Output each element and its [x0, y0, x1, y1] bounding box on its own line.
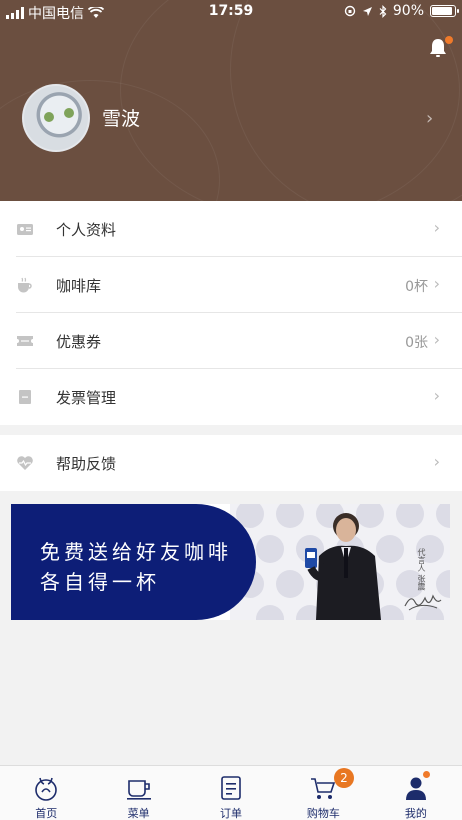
menu-item-help-feedback[interactable]: 帮助反馈 ›: [0, 435, 462, 491]
menu-item-coupons[interactable]: 优惠券 0张 ›: [0, 313, 462, 369]
spokesperson-image: [305, 513, 381, 620]
cup-menu-icon: [126, 780, 151, 800]
user-icon: [405, 777, 426, 800]
chevron-right-icon: ›: [433, 218, 440, 237]
chevron-right-icon: ›: [433, 452, 440, 471]
menu-item-label: 优惠券: [56, 333, 102, 351]
tab-mine[interactable]: 我的: [370, 766, 462, 820]
notification-dot: [445, 36, 453, 44]
battery-fill: [432, 7, 452, 15]
avatar[interactable]: [22, 84, 90, 152]
menu-item-label: 帮助反馈: [56, 455, 117, 473]
user-name[interactable]: 雪波: [102, 104, 140, 131]
menu-item-label: 发票管理: [56, 389, 117, 407]
menu-item-profile[interactable]: 个人资料 ›: [0, 201, 462, 257]
tab-label: 购物车: [306, 807, 340, 820]
tab-label: 首页: [35, 807, 58, 820]
battery-icon: [430, 5, 459, 17]
tab-home[interactable]: 首页: [0, 766, 92, 820]
heart-pulse-icon: [17, 456, 33, 470]
chevron-right-icon: ›: [433, 274, 440, 293]
spokesperson-caption: 代言人 张震: [417, 548, 426, 591]
banner-title-line2: 各自得一杯: [40, 570, 160, 594]
coffee-count: 0杯: [405, 279, 428, 295]
coupon-count: 0张: [405, 335, 428, 351]
mine-notification-dot: [423, 771, 430, 778]
menu-item-label: 咖啡库: [56, 277, 102, 295]
chevron-right-icon: ›: [433, 386, 440, 405]
profile-header: 中国电信 17:59 90% 雪波 ›: [0, 0, 462, 201]
invoice-icon: [19, 390, 31, 404]
signature-image: [404, 594, 442, 611]
tab-cart[interactable]: 购物车: [277, 766, 369, 820]
battery-percent: 90%: [392, 3, 424, 19]
tab-label: 我的: [404, 807, 427, 820]
tab-label: 订单: [220, 807, 243, 820]
cart-badge: 2: [334, 768, 354, 788]
banner-title-line1: 免费送给好友咖啡: [40, 540, 232, 564]
tab-menu[interactable]: 菜单: [92, 766, 184, 820]
menu-item-label: 个人资料: [56, 221, 117, 239]
coffee-cup-icon: [18, 277, 32, 293]
promo-banner[interactable]: 免费送给好友咖啡 各自得一杯 代言人 张震: [11, 504, 450, 620]
tab-label: 菜单: [127, 807, 150, 820]
coupon-icon: [17, 336, 33, 346]
profile-menu: 个人资料 › 咖啡库 0杯 › 优惠券 0张 › 发票管理 ›: [0, 201, 462, 425]
notification-button[interactable]: [426, 36, 453, 62]
chevron-right-icon: ›: [433, 330, 440, 349]
deer-home-icon: [35, 777, 58, 801]
location-icon: [362, 6, 372, 16]
tab-orders[interactable]: 订单: [185, 766, 277, 820]
tab-bar: 首页 菜单 订单 购物车 我的: [0, 765, 462, 820]
menu-item-coffee-library[interactable]: 咖啡库 0杯 ›: [0, 257, 462, 313]
bluetooth-icon: [379, 4, 387, 18]
order-list-icon: [221, 776, 241, 800]
id-card-icon: [17, 224, 33, 235]
status-bar: 中国电信 17:59 90%: [0, 0, 462, 24]
chevron-right-icon[interactable]: ›: [426, 108, 433, 129]
rotation-lock-icon: [344, 5, 356, 17]
menu-item-invoice[interactable]: 发票管理 ›: [0, 369, 462, 425]
